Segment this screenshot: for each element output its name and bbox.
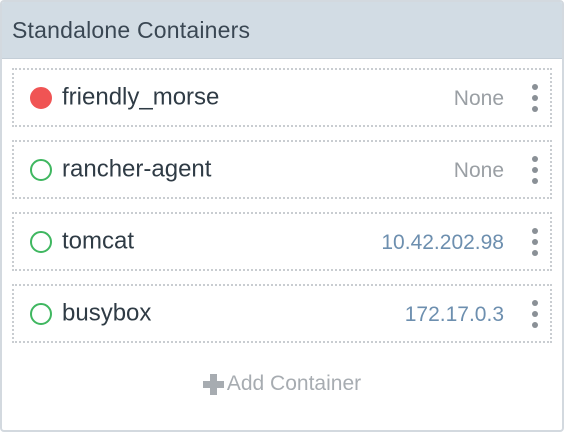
container-name[interactable]: rancher-agent <box>62 155 211 183</box>
container-name[interactable]: friendly_morse <box>62 83 219 111</box>
status-running-icon <box>30 302 52 325</box>
status-running-icon <box>30 158 52 181</box>
add-container-button[interactable]: Add Container <box>2 372 562 396</box>
container-row-friendly-morse[interactable]: friendly_morse None <box>12 68 552 127</box>
status-running-icon <box>30 230 52 253</box>
standalone-containers-panel: Standalone Containers friendly_morse Non… <box>0 0 564 432</box>
status-stopped-icon <box>30 86 52 109</box>
container-row-busybox[interactable]: busybox 172.17.0.3 <box>12 284 552 343</box>
plus-icon <box>202 373 224 395</box>
add-container-label: Add Container <box>226 372 362 395</box>
container-row-tomcat[interactable]: tomcat 10.42.202.98 <box>12 212 552 271</box>
container-list: friendly_morse None rancher-agent None t… <box>12 68 552 356</box>
kebab-menu-icon[interactable] <box>531 155 539 184</box>
panel-title: Standalone Containers <box>12 16 251 43</box>
container-ip: None <box>453 86 504 110</box>
container-ip: 172.17.0.3 <box>404 302 504 326</box>
container-name[interactable]: busybox <box>62 299 151 327</box>
kebab-menu-icon[interactable] <box>531 83 539 112</box>
kebab-menu-icon[interactable] <box>531 227 539 256</box>
kebab-menu-icon[interactable] <box>531 299 539 328</box>
container-ip: 10.42.202.98 <box>381 230 504 254</box>
panel-header: Standalone Containers <box>2 2 562 59</box>
container-ip: None <box>453 158 504 182</box>
container-name[interactable]: tomcat <box>62 227 134 255</box>
container-row-rancher-agent[interactable]: rancher-agent None <box>12 140 552 199</box>
